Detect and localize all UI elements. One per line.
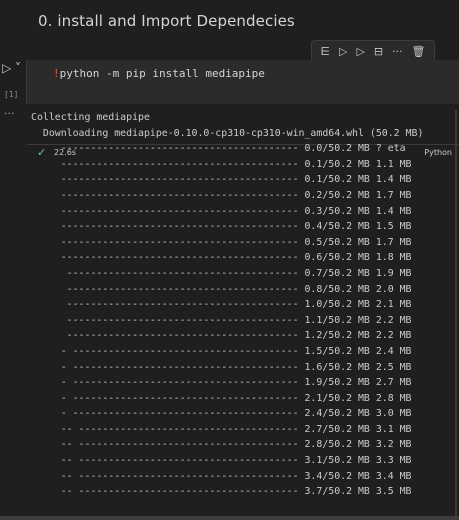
output-line: - --------------------------------------…	[31, 361, 412, 373]
output-line: ----------------------------------------…	[31, 189, 412, 201]
output-line: --------------------------------------- …	[31, 330, 412, 342]
output-line: -- -------------------------------------…	[31, 486, 412, 498]
output-line: - --------------------------------------…	[31, 408, 412, 420]
run-cell-button[interactable]: ▷ ˅	[2, 61, 21, 75]
code-text: python -m pip install mediapipe	[59, 67, 265, 80]
markdown-heading: 0. install and Import Dependecies	[38, 12, 295, 30]
split-cell-icon[interactable]: ⊟	[374, 45, 383, 58]
execution-count: [1]	[4, 90, 19, 99]
output-line: -- -------------------------------------…	[31, 439, 412, 451]
output-line: --------------------------------------- …	[31, 314, 412, 326]
cell-output: Collecting mediapipe Downloading mediapi…	[31, 110, 456, 500]
horizontal-scrollbar[interactable]	[0, 516, 459, 520]
output-line: --------------------------------------- …	[31, 283, 412, 295]
run-by-line-icon[interactable]: ⋿	[320, 45, 330, 58]
output-line: ----------------------------------------…	[31, 221, 412, 233]
output-line: ----------------------------------------…	[31, 158, 412, 170]
output-line: -- -------------------------------------…	[31, 470, 412, 482]
delete-icon[interactable]: 🗑	[411, 45, 425, 58]
execute-above-icon[interactable]: ▷	[339, 45, 347, 58]
output-line: -- -------------------------------------…	[31, 455, 412, 467]
output-line: -- -------------------------------------…	[31, 423, 412, 435]
output-scrollbar[interactable]	[455, 110, 457, 518]
code-cell[interactable]: !python -m pip install mediapipe ✓ 22.6s…	[26, 60, 459, 159]
output-menu-icon[interactable]: ···	[4, 107, 15, 120]
more-icon[interactable]: ···	[392, 45, 403, 58]
output-line: --------------------------------------- …	[31, 299, 412, 311]
shell-bang: !	[53, 67, 60, 80]
output-line: Collecting mediapipe	[31, 112, 150, 123]
output-line: - --------------------------------------…	[31, 345, 412, 357]
output-line: Downloading mediapipe-0.10.0-cp310-cp310…	[31, 127, 424, 139]
output-line: --------------------------------------- …	[31, 267, 412, 279]
code-line[interactable]: !python -m pip install mediapipe	[53, 67, 265, 80]
execute-below-icon[interactable]: ▷	[356, 45, 364, 58]
output-line: - --------------------------------------…	[31, 392, 412, 404]
output-line: ----------------------------------------…	[31, 143, 406, 155]
output-line: ----------------------------------------…	[31, 236, 412, 248]
cell-toolbar: ⋿ ▷ ▷ ⊟ ··· 🗑	[311, 40, 435, 62]
output-line: - --------------------------------------…	[31, 377, 412, 389]
output-line: ----------------------------------------…	[31, 174, 412, 186]
output-line: ----------------------------------------…	[31, 205, 412, 217]
output-line: ----------------------------------------…	[31, 252, 412, 264]
